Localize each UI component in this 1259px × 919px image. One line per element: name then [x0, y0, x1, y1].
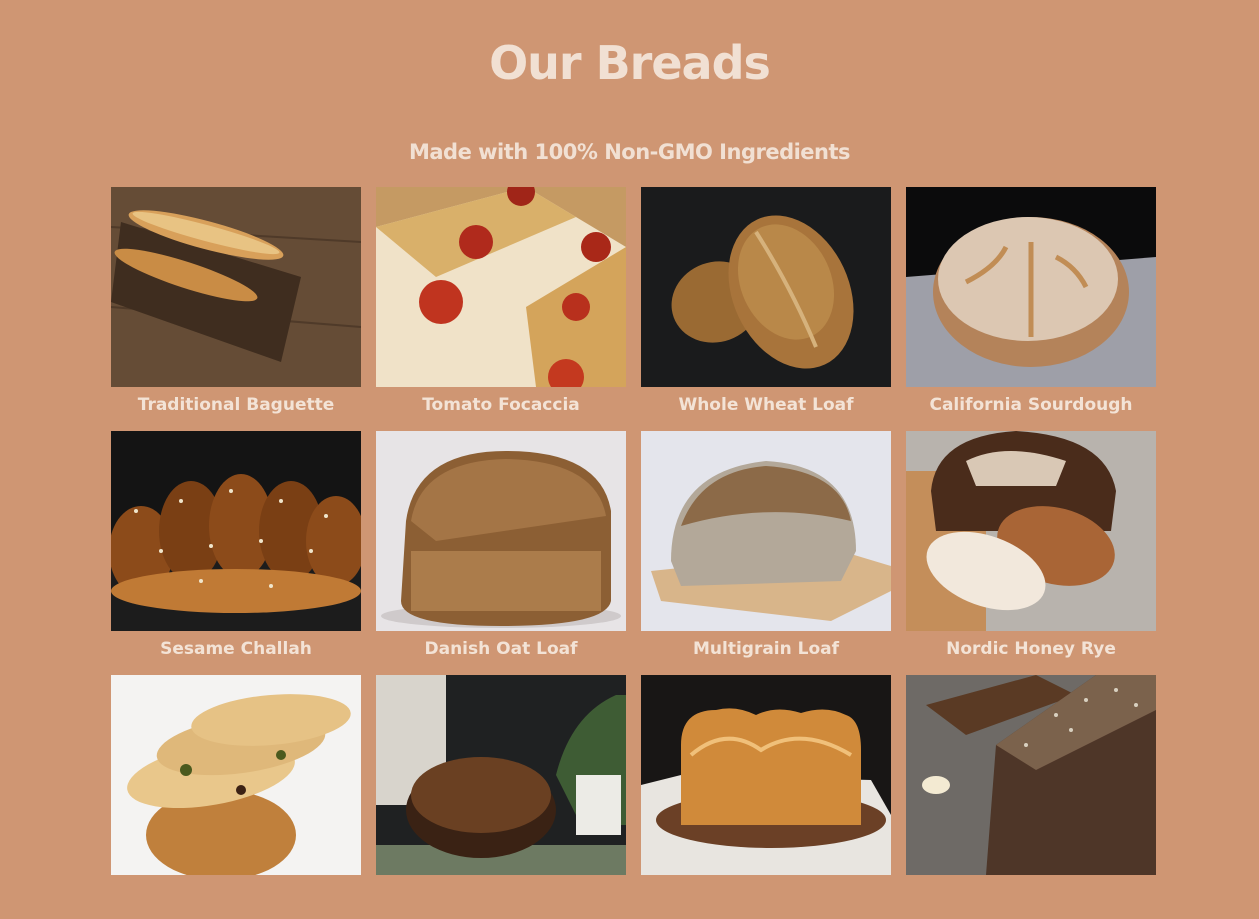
- bread-name[interactable]: Sesame Challah: [111, 631, 361, 667]
- bread-card-11[interactable]: [641, 675, 891, 919]
- milk-bread-photo[interactable]: [641, 675, 891, 875]
- bread-name[interactable]: Whole Wheat Loaf: [641, 387, 891, 423]
- bread-name[interactable]: Tomato Focaccia: [376, 387, 626, 423]
- bread-grid: Traditional Baguette Tomato Focaccia Who…: [111, 187, 1156, 919]
- multigrain-photo[interactable]: [641, 431, 891, 631]
- baguette-photo[interactable]: [111, 187, 361, 387]
- bread-card-whole-wheat-loaf[interactable]: Whole Wheat Loaf: [641, 187, 891, 431]
- bread-card-tomato-focaccia[interactable]: Tomato Focaccia: [376, 187, 626, 431]
- challah-photo[interactable]: [111, 431, 361, 631]
- focaccia-photo[interactable]: [376, 187, 626, 387]
- bread-name[interactable]: California Sourdough: [906, 387, 1156, 423]
- olive-bread-photo[interactable]: [111, 675, 361, 875]
- bread-card-multigrain-loaf[interactable]: Multigrain Loaf: [641, 431, 891, 675]
- bread-name[interactable]: [641, 875, 891, 911]
- bread-name[interactable]: Nordic Honey Rye: [906, 631, 1156, 667]
- whole-wheat-photo[interactable]: [641, 187, 891, 387]
- bread-card-12[interactable]: [906, 675, 1156, 919]
- bread-card-sesame-challah[interactable]: Sesame Challah: [111, 431, 361, 675]
- seeded-boule-photo[interactable]: [376, 675, 626, 875]
- seeded-rye-photo[interactable]: [906, 675, 1156, 875]
- page-title: Our Breads: [489, 36, 771, 90]
- bread-card-danish-oat-loaf[interactable]: Danish Oat Loaf: [376, 431, 626, 675]
- bread-name[interactable]: Danish Oat Loaf: [376, 631, 626, 667]
- bread-name[interactable]: [111, 875, 361, 911]
- bread-card-9[interactable]: [111, 675, 361, 919]
- sourdough-photo[interactable]: [906, 187, 1156, 387]
- bread-card-nordic-honey-rye[interactable]: Nordic Honey Rye: [906, 431, 1156, 675]
- honey-rye-photo[interactable]: [906, 431, 1156, 631]
- oat-loaf-photo[interactable]: [376, 431, 626, 631]
- bread-card-10[interactable]: [376, 675, 626, 919]
- bread-name[interactable]: [376, 875, 626, 911]
- page-subtitle: Made with 100% Non-GMO Ingredients: [408, 140, 851, 164]
- bread-card-california-sourdough[interactable]: California Sourdough: [906, 187, 1156, 431]
- bread-name[interactable]: Multigrain Loaf: [641, 631, 891, 667]
- bread-name[interactable]: Traditional Baguette: [111, 387, 361, 423]
- bread-name[interactable]: [906, 875, 1156, 911]
- bread-card-traditional-baguette[interactable]: Traditional Baguette: [111, 187, 361, 431]
